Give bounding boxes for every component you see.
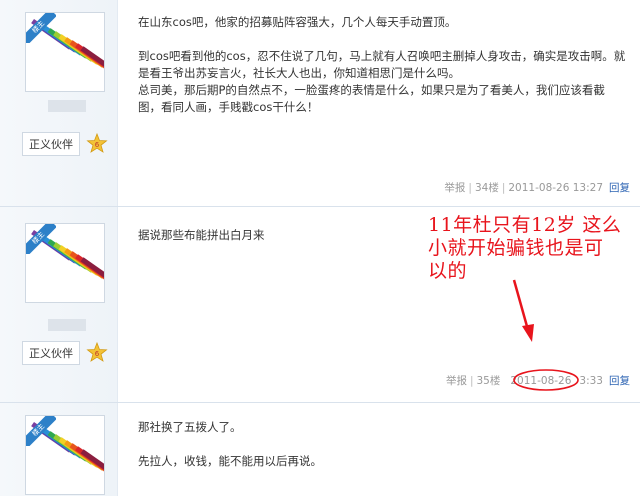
avatar[interactable]: 楼主: [25, 223, 105, 303]
user-sidebar: 楼主 正义伙伴 6: [0, 207, 118, 402]
avatar[interactable]: 楼主: [25, 415, 105, 495]
annotation-line: 以的: [428, 260, 468, 282]
annotation-line: 11年杜只有12岁 这么: [428, 214, 622, 236]
post-date: 2011-08-26: [510, 374, 572, 387]
thread-starter-badge: 楼主: [26, 13, 56, 43]
floor-number: 35楼: [476, 375, 501, 387]
post-clock: 3:33: [579, 374, 603, 387]
reply-link[interactable]: 回复: [609, 373, 630, 388]
post-paragraph: 到cos吧看到他的cos，忍不住说了几句，马上就有人召唤吧主删掉人身攻击，确实是…: [138, 49, 626, 80]
svg-text:6: 6: [95, 350, 100, 358]
user-rank: 正义伙伴 6: [22, 341, 108, 365]
post-body: 那社换了五拨人了。 先拉人，收钱，能不能用以后再说。: [118, 403, 640, 496]
post-floor-34: 楼主 正义伙伴 6 在山东cos吧，他家的招募贴阵容强大，几个人每天手动置顶。 …: [0, 0, 640, 206]
reply-link[interactable]: 回复: [609, 180, 630, 195]
post-floor-36: 楼主 那社换了五拨人了。 先拉人，收钱，能不能用以后再说。: [0, 402, 640, 496]
user-rank: 正义伙伴 6: [22, 132, 108, 156]
post-paragraph: 那社换了五拨人了。: [138, 420, 242, 434]
thread-starter-badge: 楼主: [26, 416, 56, 446]
svg-text:6: 6: [95, 141, 100, 149]
post-paragraph: 先拉人，收钱，能不能用以后再说。: [138, 454, 322, 468]
post-content: 在山东cos吧，他家的招募贴阵容强大，几个人每天手动置顶。 到cos吧看到他的c…: [138, 14, 626, 116]
star-medal-icon: 6: [86, 133, 108, 153]
rank-label: 正义伙伴: [22, 341, 80, 365]
red-annotation: 11年杜只有12岁 这么 小就开始骗钱也是可 以的: [428, 214, 640, 283]
post-paragraph: 总司美，那后期P的自然点不，一脸蛋疼的表情是什么，如果只是为了看美人，我们应该看…: [138, 83, 605, 114]
username-redacted[interactable]: [48, 319, 86, 331]
report-link[interactable]: 举报: [444, 180, 465, 195]
annotation-line: 小就开始骗钱也是可: [428, 237, 604, 259]
user-sidebar: 楼主: [0, 403, 118, 496]
post-content: 那社换了五拨人了。 先拉人，收钱，能不能用以后再说。: [138, 419, 626, 470]
post-body: 在山东cos吧，他家的招募贴阵容强大，几个人每天手动置顶。 到cos吧看到他的c…: [118, 0, 640, 206]
avatar[interactable]: 楼主: [25, 12, 105, 92]
username-redacted[interactable]: [48, 100, 86, 112]
rank-label: 正义伙伴: [22, 132, 80, 156]
thread-starter-badge: 楼主: [26, 224, 56, 254]
post-paragraph: 在山东cos吧，他家的招募贴阵容强大，几个人每天手动置顶。: [138, 15, 457, 29]
report-link[interactable]: 举报: [446, 373, 467, 388]
post-footer: 举报 | 34楼 | 2011-08-26 13:27 回复: [444, 180, 630, 195]
floor-number: 34楼: [474, 182, 499, 194]
post-time: 2011-08-26 13:27: [508, 181, 603, 194]
user-sidebar: 楼主 正义伙伴 6: [0, 0, 118, 206]
star-medal-icon: 6: [86, 342, 108, 362]
post-footer: 举报 | 35楼 2011-08-26 3:33 回复: [445, 373, 630, 388]
